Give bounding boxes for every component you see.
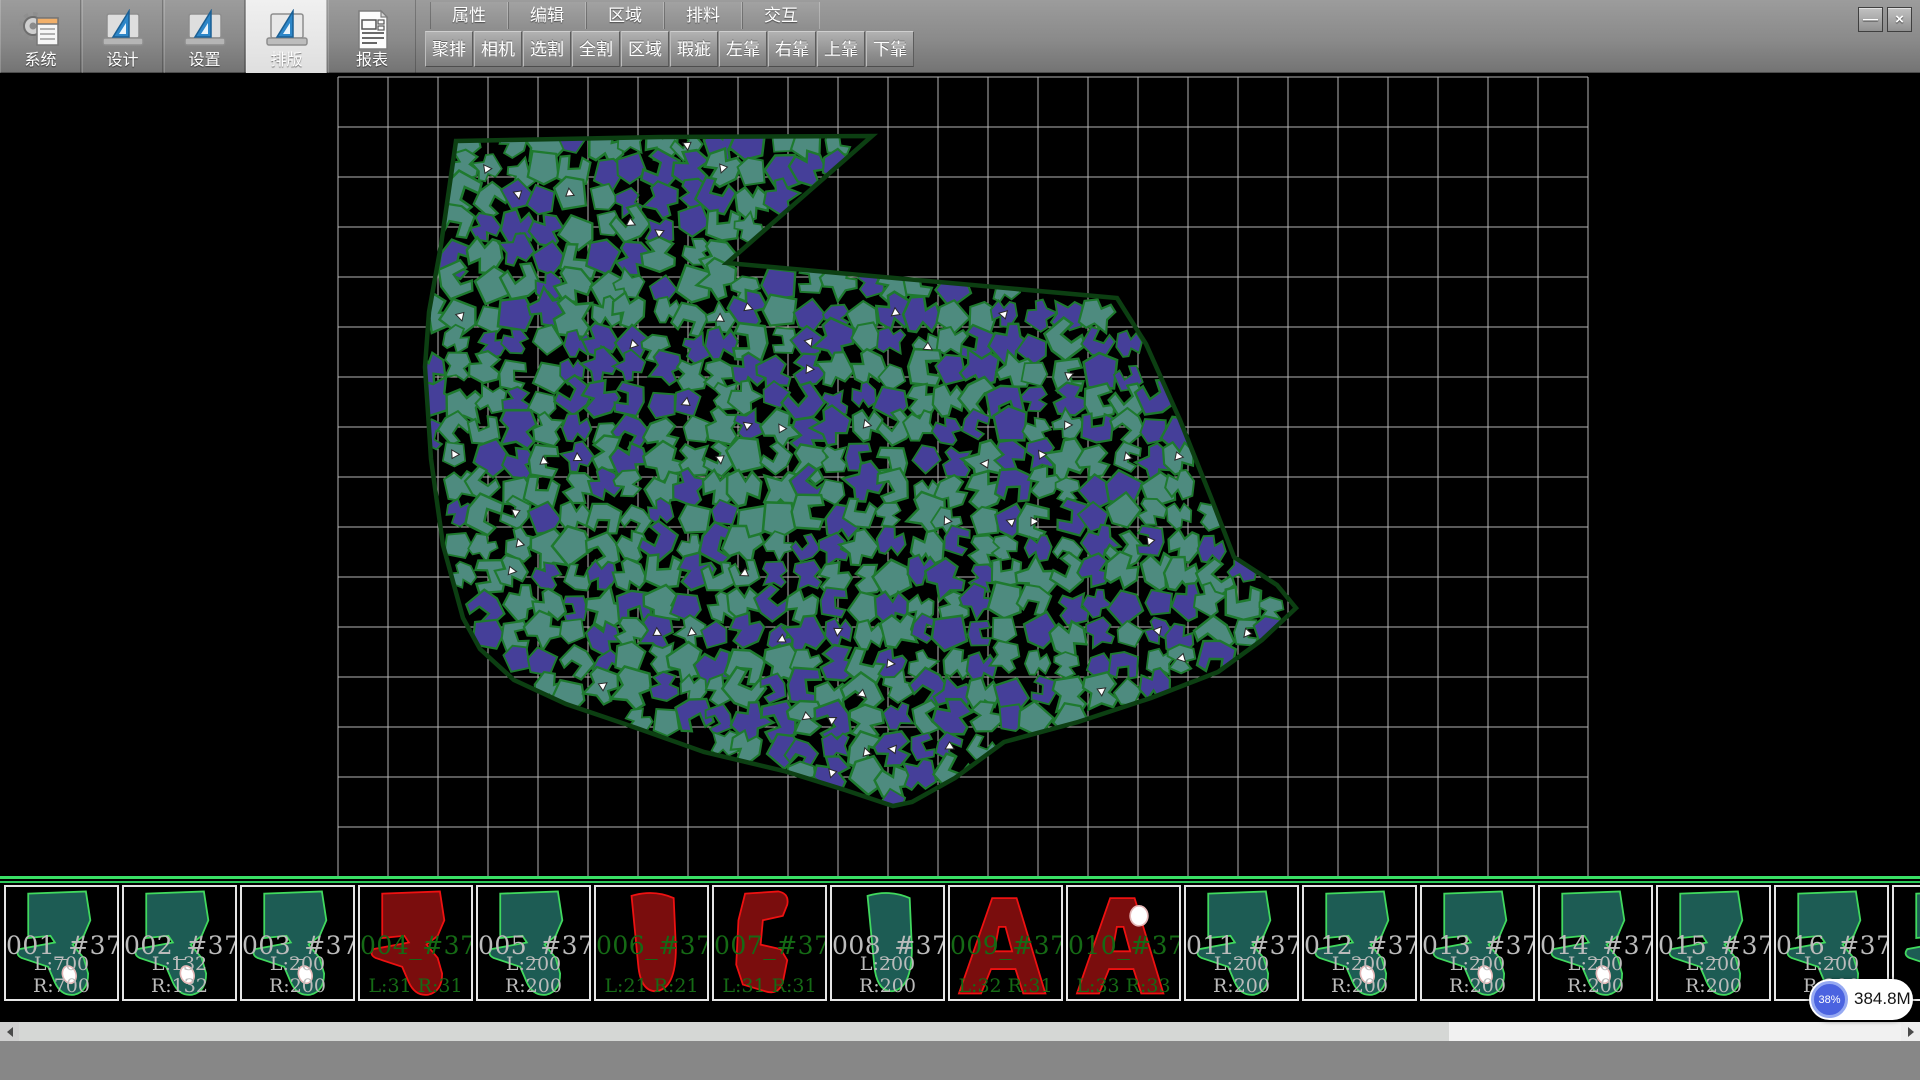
memory-usage: 384.8M (1854, 989, 1911, 1009)
action-button-5[interactable]: 区域 (621, 31, 669, 67)
action-button-3[interactable]: 选割 (523, 31, 571, 67)
part-quantity: L:132 R:132 (124, 953, 235, 997)
horizontal-scrollbar[interactable] (0, 1022, 1920, 1041)
part-cell-7[interactable]: 007_#37 L:31 R:31 (712, 885, 827, 1001)
part-quantity: L:200 R:200 (1658, 953, 1769, 997)
part-cell-15[interactable]: 015_#37L:200 R:200 (1656, 885, 1771, 1001)
design-ruler-icon (100, 8, 146, 52)
action-button-8[interactable]: 右靠 (768, 31, 816, 67)
action-button-10[interactable]: 下靠 (866, 31, 914, 67)
action-button-1[interactable]: 聚排 (425, 31, 473, 67)
scroll-right-icon (1908, 1027, 1914, 1037)
part-quantity: L:21 R:21 (596, 975, 707, 997)
part-name: 007_#37 (714, 931, 825, 960)
nesting-canvas[interactable] (0, 73, 1920, 876)
main-button-label: 设置 (188, 52, 220, 70)
action-button-2[interactable]: 相机 (474, 31, 522, 67)
parts-thumbnail-strip: 001_#37L:700 R:700002_#37L:132 R:132003_… (0, 885, 1920, 1002)
action-button-7[interactable]: 左靠 (719, 31, 767, 67)
strip-separator-line-2 (0, 881, 1920, 883)
action-button-bar: 聚排相机选割全割区域瑕疵左靠右靠上靠下靠 (425, 31, 915, 68)
part-quantity: L:200 R:200 (832, 953, 943, 997)
progress-percent: 38% (1818, 994, 1840, 1006)
main-button-system[interactable]: 系统 (0, 0, 81, 73)
part-cell-1[interactable]: 001_#37L:700 R:700 (4, 885, 119, 1001)
main-button-settings[interactable]: 设置 (164, 0, 245, 73)
part-name: 006_#37 (596, 931, 707, 960)
scroll-right-button[interactable] (1901, 1022, 1920, 1041)
menu-tab-1[interactable]: 属性 (430, 2, 508, 29)
menu-tab-bar: 属性编辑区域排料交互 (430, 2, 820, 29)
part-cell-9[interactable]: 009_#37 L:32 R:31 (948, 885, 1063, 1001)
main-button-label: 设计 (106, 52, 138, 70)
part-quantity: L:200 R:200 (478, 953, 589, 997)
part-quantity: L:700 R:700 (6, 953, 117, 997)
main-button-label: 报表 (356, 52, 388, 70)
main-button-design[interactable]: 设计 (82, 0, 163, 73)
part-quantity: L:200 R:200 (1304, 953, 1415, 997)
menu-tab-2[interactable]: 编辑 (508, 2, 586, 29)
part-quantity: L:32 R:31 (950, 975, 1061, 997)
strip-separator-line (0, 876, 1920, 879)
system-gear-icon (18, 8, 64, 52)
settings-ruler-icon (182, 8, 228, 52)
action-button-9[interactable]: 上靠 (817, 31, 865, 67)
part-name: 009_#37 (950, 931, 1061, 960)
window-controls: — × (1858, 7, 1912, 32)
scroll-left-icon (7, 1027, 13, 1037)
part-quantity: L:31 R:31 (360, 975, 471, 997)
part-cell-3[interactable]: 003_#37L:200 R:200 (240, 885, 355, 1001)
part-cell-8[interactable]: 008_#37L:200 R:200 (830, 885, 945, 1001)
part-name: 010_#37 (1068, 931, 1179, 960)
scroll-left-button[interactable] (0, 1022, 19, 1041)
progress-circle: 38% (1811, 981, 1848, 1018)
part-cell-4[interactable]: 004_#37 L:31 R:31 (358, 885, 473, 1001)
action-button-6[interactable]: 瑕疵 (670, 31, 718, 67)
part-quantity: L:200 R:200 (1186, 953, 1297, 997)
part-quantity: L:31 R:31 (714, 975, 825, 997)
part-cell-2[interactable]: 002_#37L:132 R:132 (122, 885, 237, 1001)
main-button-label: 排版 (270, 52, 302, 70)
part-cell-14[interactable]: 014_#37L:200 R:200 (1538, 885, 1653, 1001)
part-cell-12[interactable]: 012_#37L:200 R:200 (1302, 885, 1417, 1001)
report-document-icon (349, 8, 395, 52)
main-button-label: 系统 (24, 52, 56, 70)
menu-tab-3[interactable]: 区域 (586, 2, 664, 29)
toolbar: 系统 设计 设置 (0, 0, 1920, 73)
part-cell-10[interactable]: 010_#37 L:33 R:33 (1066, 885, 1181, 1001)
nesting-ruler-icon (264, 8, 310, 52)
status-badge: 38% 384.8M (1809, 979, 1913, 1020)
main-button-report[interactable]: 报表 (328, 0, 416, 73)
part-quantity: L:33 R:33 (1068, 975, 1179, 997)
part-name: 004_#37 (360, 931, 471, 960)
part-cell-11[interactable]: 011_#37L:200 R:200 (1184, 885, 1299, 1001)
application-window: 系统 设计 设置 (0, 0, 1920, 1080)
part-cell-6[interactable]: 006_#37 L:21 R:21 (594, 885, 709, 1001)
main-button-nesting[interactable]: 排版 (246, 0, 327, 73)
menu-tab-4[interactable]: 排料 (664, 2, 742, 29)
part-quantity: L:200 R:200 (1540, 953, 1651, 997)
minimize-button[interactable]: — (1858, 7, 1883, 32)
part-quantity: L:200 R:200 (1422, 953, 1533, 997)
bottom-status-strip (0, 1041, 1920, 1080)
menu-tab-5[interactable]: 交互 (742, 2, 820, 29)
close-button[interactable]: × (1887, 7, 1912, 32)
part-quantity: L:200 R:200 (242, 953, 353, 997)
part-cell-5[interactable]: 005_#37L:200 R:200 (476, 885, 591, 1001)
part-cell-13[interactable]: 013_#37L:200 R:200 (1420, 885, 1535, 1001)
scrollbar-thumb[interactable] (19, 1022, 1449, 1041)
action-button-4[interactable]: 全割 (572, 31, 620, 67)
